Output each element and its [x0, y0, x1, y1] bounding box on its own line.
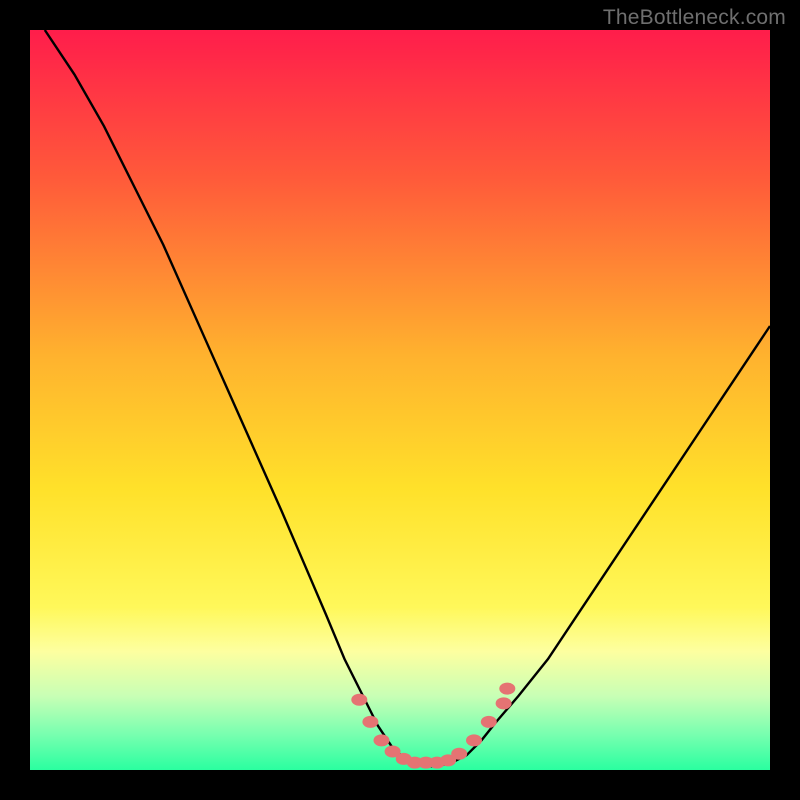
- bottleneck-curve: [45, 30, 770, 766]
- data-marker: [466, 734, 482, 746]
- watermark-text: TheBottleneck.com: [603, 6, 786, 30]
- data-marker: [499, 683, 515, 695]
- data-marker: [362, 716, 378, 728]
- data-marker: [496, 697, 512, 709]
- data-marker: [351, 694, 367, 706]
- chart-frame: TheBottleneck.com: [0, 0, 800, 800]
- chart-overlay: [30, 30, 770, 770]
- data-marker: [451, 748, 467, 760]
- markers-group: [351, 683, 515, 769]
- data-marker: [374, 734, 390, 746]
- data-marker: [481, 716, 497, 728]
